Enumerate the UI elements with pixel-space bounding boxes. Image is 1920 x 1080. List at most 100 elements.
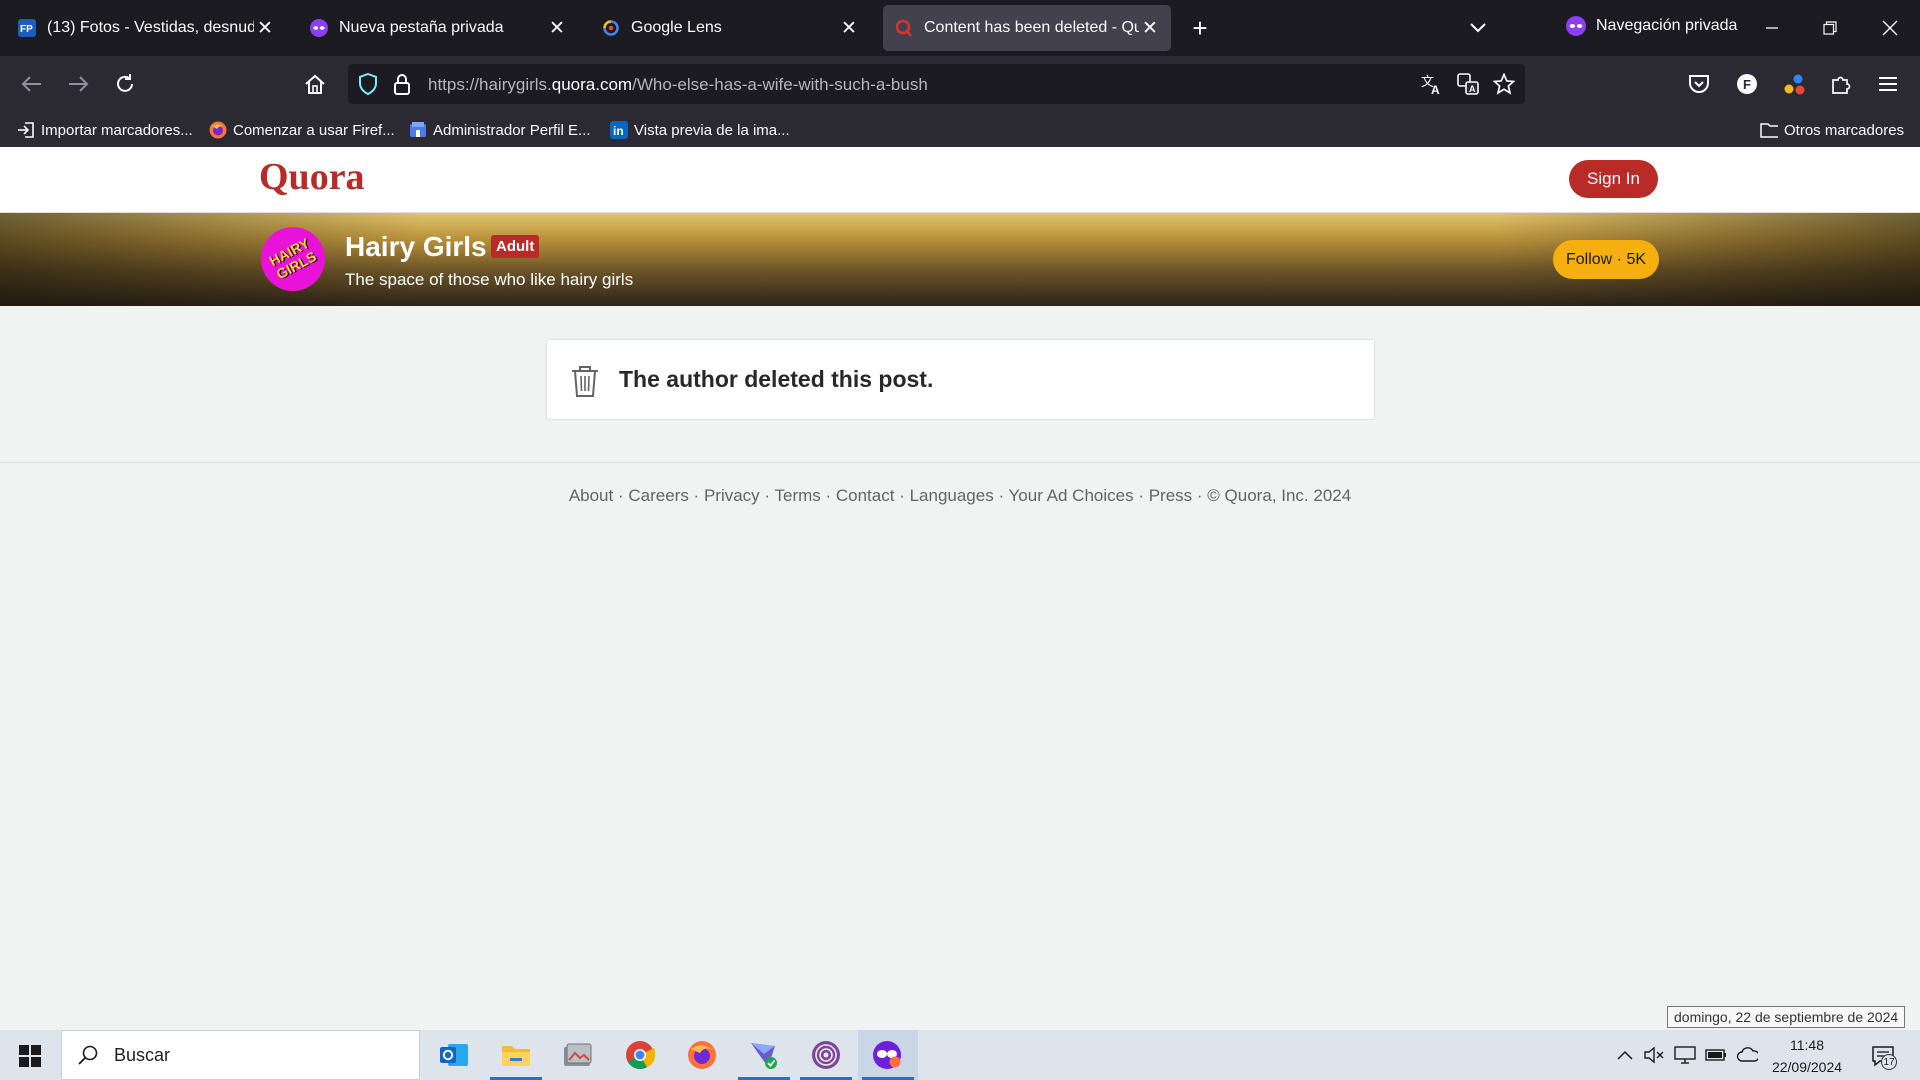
- close-tab-icon[interactable]: ✕: [254, 17, 276, 39]
- restore-button[interactable]: [1808, 8, 1852, 48]
- space-avatar[interactable]: HAIRY GIRLS: [261, 227, 325, 291]
- private-browsing-indicator: Navegación privada: [1566, 16, 1737, 36]
- taskbar-firefox[interactable]: [672, 1030, 732, 1080]
- taskbar-tor-browser[interactable]: [796, 1030, 856, 1080]
- lock-icon[interactable]: [390, 72, 414, 96]
- adult-badge: Adult: [491, 235, 540, 258]
- back-button[interactable]: [16, 68, 48, 100]
- start-button[interactable]: [10, 1040, 50, 1072]
- space-title[interactable]: Hairy Girls: [345, 231, 487, 263]
- tab-fotos[interactable]: FP (13) Fotos - Vestidas, desnudas. | ✕: [6, 5, 286, 51]
- bookmark-label: Importar marcadores...: [41, 121, 193, 139]
- taskbar-file-explorer[interactable]: [486, 1030, 546, 1080]
- deleted-post-card: The author deleted this post.: [546, 339, 1375, 420]
- trash-icon: [572, 366, 598, 397]
- url-path: /Who-else-has-a-wife-with-such-a-bush: [632, 75, 928, 94]
- onedrive-button[interactable]: [1736, 1044, 1758, 1066]
- taskbar-clock[interactable]: 11:48 22/09/2024: [1757, 1034, 1857, 1078]
- google-lens-icon: [602, 19, 620, 37]
- close-tab-icon[interactable]: ✕: [546, 17, 568, 39]
- footer-link-languages[interactable]: Languages: [910, 486, 994, 505]
- clock-time: 11:48: [1790, 1037, 1824, 1053]
- list-all-tabs-button[interactable]: [1464, 14, 1492, 42]
- show-hidden-icons-button[interactable]: [1614, 1044, 1636, 1066]
- footer-link-careers[interactable]: Careers: [628, 486, 688, 505]
- taskbar-vpn[interactable]: [734, 1030, 794, 1080]
- taskbar-outlook[interactable]: [424, 1030, 484, 1080]
- volume-button[interactable]: [1644, 1044, 1666, 1066]
- colorful-extension-icon: [1784, 74, 1805, 95]
- battery-button[interactable]: [1705, 1044, 1727, 1066]
- pocket-button[interactable]: [1683, 68, 1715, 100]
- notification-center-button[interactable]: 17: [1866, 1040, 1900, 1072]
- bookmark-perfil[interactable]: Administrador Perfil E...: [409, 119, 591, 141]
- pocket-icon: [1689, 75, 1709, 93]
- footer-copyright: © Quora, Inc. 2024: [1207, 486, 1352, 505]
- file-explorer-icon: [502, 1046, 530, 1066]
- footer-link-terms[interactable]: Terms: [774, 486, 820, 505]
- minimize-button[interactable]: [1750, 8, 1794, 48]
- footer-link-ad-choices[interactable]: Your Ad Choices: [1009, 486, 1134, 505]
- taskbar-chrome[interactable]: [610, 1030, 670, 1080]
- quora-logo[interactable]: Quora: [259, 155, 365, 199]
- app-menu-button[interactable]: [1872, 68, 1904, 100]
- new-tab-button[interactable]: +: [1186, 13, 1214, 43]
- tracking-protection-shield-icon[interactable]: [356, 72, 380, 96]
- translate-icon[interactable]: 文A: [1420, 72, 1444, 96]
- quora-icon: [895, 19, 913, 37]
- page-translate-icon[interactable]: A: [1456, 72, 1480, 96]
- footer-link-press[interactable]: Press: [1149, 486, 1192, 505]
- url-domain: quora.com: [551, 75, 633, 94]
- import-icon: [17, 121, 35, 139]
- sign-in-button[interactable]: Sign In: [1569, 160, 1658, 198]
- footer-link-privacy[interactable]: Privacy: [704, 486, 760, 505]
- bookmark-import[interactable]: Importar marcadores...: [17, 119, 193, 141]
- folder-icon: [1760, 121, 1778, 139]
- other-bookmarks-folder[interactable]: Otros marcadores: [1760, 119, 1904, 141]
- network-button[interactable]: [1674, 1044, 1696, 1066]
- svg-text:A: A: [1431, 83, 1440, 95]
- bookmark-star-icon[interactable]: [1492, 72, 1516, 96]
- svg-text:FP: FP: [20, 24, 33, 35]
- footer-link-about[interactable]: About: [569, 486, 613, 505]
- close-tab-icon[interactable]: ✕: [838, 17, 860, 39]
- network-ethernet-icon: [1674, 1046, 1696, 1064]
- tab-title: Google Lens: [631, 19, 722, 36]
- footer-divider: [0, 462, 1920, 463]
- extension-colors-button[interactable]: [1778, 68, 1810, 100]
- search-icon: [76, 1043, 100, 1067]
- quora-header: Quora Sign In: [0, 147, 1920, 213]
- account-button[interactable]: F: [1731, 68, 1763, 100]
- account-avatar-icon: F: [1737, 74, 1757, 94]
- extensions-button[interactable]: [1825, 68, 1857, 100]
- close-tab-icon[interactable]: ✕: [1139, 17, 1161, 39]
- bookmark-vista-previa[interactable]: in Vista previa de la ima...: [610, 119, 790, 141]
- tab-quora-deleted[interactable]: Content has been deleted - Quora ✕: [883, 5, 1171, 51]
- reload-icon: [117, 74, 133, 92]
- space-banner: HAIRY GIRLS Hairy Girls Adult The space …: [0, 213, 1920, 306]
- tab-nueva-pestana[interactable]: Nueva pestaña privada ✕: [298, 5, 578, 51]
- reload-button[interactable]: [109, 68, 141, 100]
- footer-link-contact[interactable]: Contact: [836, 486, 895, 505]
- home-button[interactable]: [299, 68, 331, 100]
- bookmark-label: Vista previa de la ima...: [634, 121, 790, 139]
- close-window-button[interactable]: [1868, 8, 1912, 48]
- taskbar-firefox-private[interactable]: [858, 1030, 918, 1080]
- follow-space-button[interactable]: Follow · 5K: [1553, 240, 1659, 279]
- tab-title: Content has been deleted - Quora: [924, 19, 1139, 36]
- bookmark-firefox[interactable]: Comenzar a usar Firef...: [209, 119, 395, 141]
- url-text[interactable]: https://hairygirls.quora.com/Who-else-ha…: [428, 75, 928, 95]
- tor-browser-icon: [812, 1041, 840, 1069]
- forward-button[interactable]: [62, 68, 94, 100]
- address-bar[interactable]: https://hairygirls.quora.com/Who-else-ha…: [348, 64, 1525, 104]
- taskbar-photos[interactable]: [548, 1030, 608, 1080]
- linkedin-icon: in: [610, 121, 628, 139]
- date-tooltip: domingo, 22 de septiembre de 2024: [1667, 1006, 1906, 1028]
- firefox-icon: [688, 1041, 716, 1069]
- photos-icon: [564, 1043, 592, 1066]
- close-icon: [1882, 20, 1898, 36]
- private-browsing-label: Navegación privada: [1596, 17, 1738, 34]
- tab-google-lens[interactable]: Google Lens ✕: [590, 5, 870, 51]
- svg-text:A: A: [1469, 84, 1476, 94]
- taskbar-search[interactable]: Buscar: [61, 1030, 420, 1080]
